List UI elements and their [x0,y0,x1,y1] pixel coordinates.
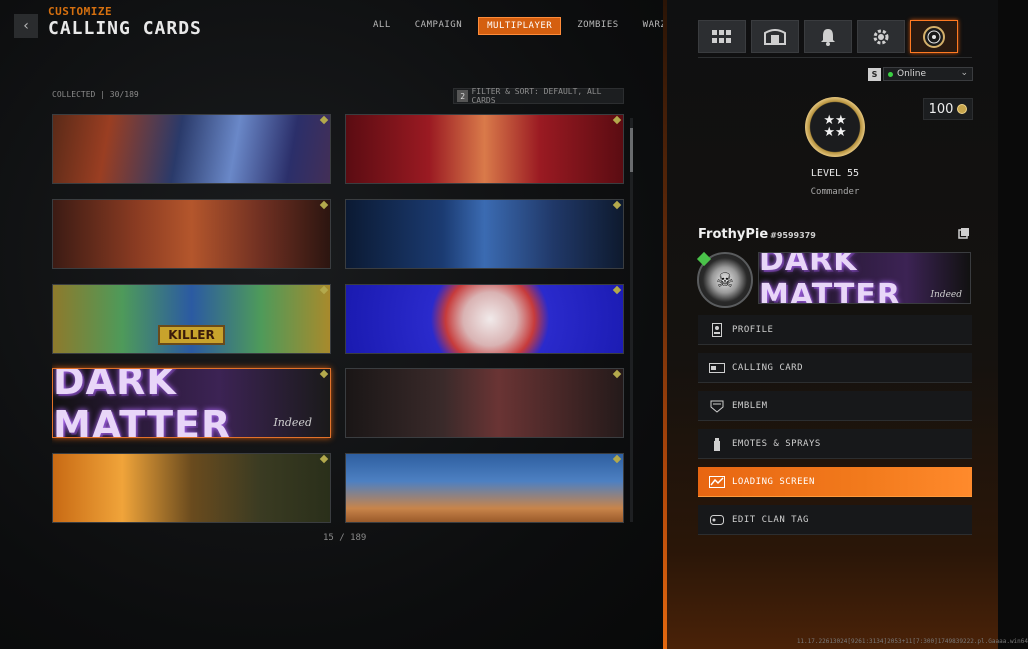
calling-card[interactable] [345,368,624,438]
clan-tag-icon [708,513,726,527]
emblem-icon [708,399,726,413]
back-button[interactable]: ‹ [14,14,38,38]
new-indicator-icon [319,115,329,125]
new-indicator-icon [612,369,622,379]
currency-display: 100 [923,98,973,120]
top-icon-bar [698,20,958,53]
menu-item-label: PROFILE [732,324,774,335]
currency-amount: 100 [928,101,954,117]
skull-icon: ☠ [716,268,734,292]
rank-title: Commander [810,187,860,197]
menu-item-label: EMOTES & SPRAYS [732,438,821,449]
chevron-down-icon: ⌄ [960,68,968,78]
rank-stars-icon: ★★ ★★ [823,113,847,140]
filter-label: FILTER & SORT: DEFAULT, ALL CARDS [471,87,602,105]
filter-sort-button[interactable]: 2 FILTER & SORT: DEFAULT, ALL CARDS [453,87,624,105]
calling-card-grid: KILLER ✓ DARK MATTER Indeed [52,114,624,524]
status-value: Online [897,69,927,79]
gear-icon [873,29,889,44]
calling-card[interactable] [52,114,331,184]
new-indicator-icon [612,285,622,295]
rank-emblem: ★★ ★★ [805,97,865,157]
profile-rank-icon [923,25,945,48]
tab-zombies[interactable]: ZOMBIES [569,17,626,35]
barracks-button[interactable] [751,20,799,53]
divider-line [698,57,972,58]
player-emblem: ☠ [696,251,753,308]
screen-edge [998,0,1028,649]
tab-campaign[interactable]: CAMPAIGN [407,17,470,35]
calling-card[interactable] [345,199,624,269]
menu-item-label: LOADING SCREEN [732,476,815,487]
page-title: CALLING CARDS [48,18,202,39]
page-indicator: 15 / 189 [323,533,367,543]
player-level: LEVEL 55 [810,168,860,179]
menu-item-label: EDIT CLAN TAG [732,514,809,525]
online-dot-icon [888,71,893,77]
checkmark-icon: ✓ [57,370,65,380]
gamertag-id: #9599379 [770,231,816,240]
menu-item-emblem[interactable]: EMBLEM [698,391,972,421]
barracks-icon [764,28,786,45]
calling-card[interactable] [52,199,331,269]
online-status-dropdown[interactable]: Online ⌄ [883,67,973,81]
tab-all[interactable]: ALL [365,17,399,35]
notifications-button[interactable] [804,20,852,53]
new-indicator-icon [319,285,329,295]
card-text: KILLER [158,325,225,345]
grid-button[interactable] [698,20,746,53]
settings-button[interactable] [857,20,905,53]
card-subtitle-text: Indeed [273,416,312,429]
profile-icon [708,322,726,337]
menu-item-loading-screen[interactable]: LOADING SCREEN [698,467,972,497]
status-key-badge: S [868,68,881,81]
copy-icon[interactable] [958,227,970,239]
mode-tabs: ALL CAMPAIGN MULTIPLAYER ZOMBIES WARZONE [365,17,700,35]
coin-icon [957,104,968,114]
loading-screen-icon [708,475,726,489]
tab-multiplayer[interactable]: MULTIPLAYER [478,17,562,35]
calling-card-icon [708,361,726,375]
calling-card[interactable] [345,284,624,354]
grid-icon [712,29,731,43]
new-indicator-icon [612,454,622,464]
banner-subtitle-text: Indeed [930,290,962,300]
spray-icon [708,437,726,451]
build-info: 11.17.22613024[9261:3134]2053+11[7:300]1… [796,638,1028,645]
menu-item-label: CALLING CARD [732,362,804,373]
keybind-badge: 2 [457,90,469,102]
bell-icon [821,28,835,46]
chevron-left-icon: ‹ [23,18,29,34]
gamertag: FrothyPie #9599379 [698,227,816,242]
menu-item-emotes-sprays[interactable]: EMOTES & SPRAYS [698,429,972,459]
profile-rank-button[interactable] [910,20,958,53]
grid-scrollbar[interactable] [630,118,633,522]
calling-card-selected[interactable]: ✓ DARK MATTER Indeed [52,368,331,438]
menu-item-edit-clan-tag[interactable]: EDIT CLAN TAG [698,505,972,535]
breadcrumb: CUSTOMIZE [48,5,113,18]
customize-menu: PROFILE CALLING CARD EMBLEM EMOTES & SPR… [698,315,972,543]
menu-item-calling-card[interactable]: CALLING CARD [698,353,972,383]
calling-card[interactable]: KILLER [52,284,331,354]
scrollbar-thumb[interactable] [630,128,633,172]
new-indicator-icon [612,115,622,125]
collected-count: COLLECTED | 30/189 [52,90,139,99]
new-indicator-icon [319,454,329,464]
new-indicator-icon [612,200,622,210]
new-indicator-icon [319,200,329,210]
calling-card[interactable] [52,453,331,523]
gamertag-name: FrothyPie [698,227,769,242]
calling-card[interactable] [345,114,624,184]
calling-card[interactable] [345,453,624,523]
player-calling-card: DARK MATTER Indeed [758,252,971,304]
menu-item-profile[interactable]: PROFILE [698,315,972,345]
menu-item-label: EMBLEM [732,400,768,411]
